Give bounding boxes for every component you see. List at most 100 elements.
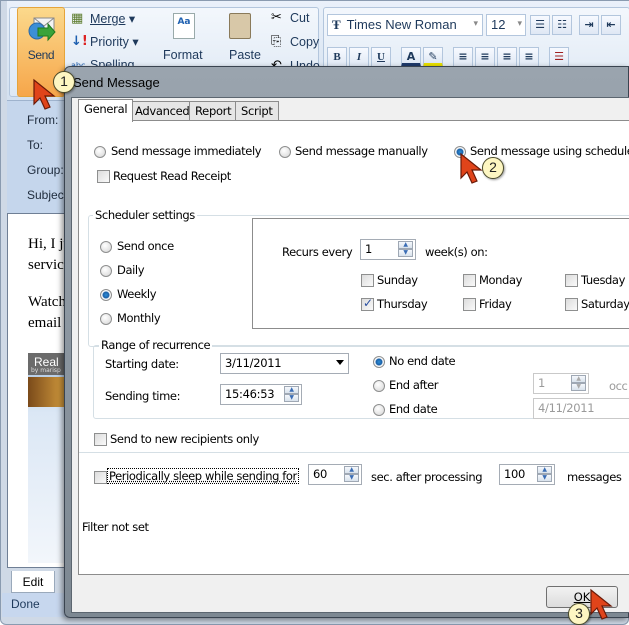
sending-time-spinner[interactable]: ▲ ▼ bbox=[284, 386, 299, 403]
dialog-client-area: General Advanced Report Script Send mess… bbox=[71, 97, 629, 613]
truetype-icon: Ŧ bbox=[332, 17, 341, 32]
friday-checkbox[interactable] bbox=[463, 298, 476, 311]
radio-end-after[interactable] bbox=[373, 380, 385, 392]
sunday-checkbox[interactable] bbox=[361, 274, 374, 287]
thumb-logo bbox=[28, 377, 68, 407]
separator bbox=[79, 452, 629, 453]
align-center-button[interactable]: ≡ bbox=[475, 47, 495, 67]
request-read-receipt-label: Request Read Receipt bbox=[113, 169, 231, 183]
spin-down-icon[interactable]: ▼ bbox=[537, 474, 552, 482]
cut-button[interactable]: Cut bbox=[290, 11, 309, 25]
tab-script[interactable]: Script bbox=[235, 101, 279, 121]
dropdown-arrow-icon[interactable] bbox=[336, 360, 344, 365]
sending-time-input[interactable]: 15:46:53 ▲ ▼ bbox=[220, 384, 302, 405]
radio-send-immediately[interactable] bbox=[94, 146, 106, 158]
callout-badge-1: 1 bbox=[53, 71, 75, 93]
bullet-list-button[interactable]: ☷ bbox=[552, 15, 572, 35]
tab-advanced[interactable]: Advanced bbox=[129, 101, 196, 121]
numbered-list-button[interactable]: ☰ bbox=[530, 15, 550, 35]
sleep-messages-input[interactable]: 100 ▲ ▼ bbox=[499, 464, 555, 485]
callout-badge-3: 3 bbox=[568, 603, 590, 625]
thumb-subtitle: by marisp bbox=[31, 367, 61, 374]
daily-label: Daily bbox=[117, 263, 145, 277]
line-spacing-button[interactable]: ☰ bbox=[549, 47, 569, 67]
tab-report[interactable]: Report bbox=[189, 101, 238, 121]
messages-label: messages bbox=[567, 470, 622, 484]
bold-button[interactable]: B bbox=[327, 47, 347, 67]
spin-down-icon[interactable]: ▼ bbox=[398, 249, 413, 257]
radio-send-once[interactable] bbox=[100, 241, 112, 253]
radio-daily[interactable] bbox=[100, 265, 112, 277]
monday-checkbox[interactable] bbox=[463, 274, 476, 287]
radio-no-end-date[interactable] bbox=[373, 356, 385, 368]
spin-up-icon[interactable]: ▲ bbox=[537, 466, 552, 474]
sending-time-label: Sending time: bbox=[105, 389, 181, 403]
justify-button[interactable]: ≡ bbox=[519, 47, 539, 67]
send-scheduler-label: Send message using scheduler bbox=[470, 144, 629, 158]
request-read-receipt-checkbox[interactable] bbox=[97, 170, 110, 183]
send-message-dialog: Send Message General Advanced Report Scr… bbox=[64, 66, 629, 618]
radio-weekly[interactable] bbox=[100, 289, 112, 301]
no-end-date-label: No end date bbox=[389, 354, 456, 368]
merge-icon: ▦ bbox=[71, 11, 84, 26]
chevron-down-icon: ▾ bbox=[473, 18, 478, 28]
from-label: From: bbox=[27, 113, 59, 127]
spin-up-icon[interactable]: ▲ bbox=[398, 241, 413, 249]
spin-down-icon[interactable]: ▼ bbox=[344, 474, 359, 482]
spin-down-icon[interactable]: ▼ bbox=[571, 383, 586, 391]
monthly-label: Monthly bbox=[117, 311, 161, 325]
highlight-button[interactable]: ✎ bbox=[423, 47, 443, 67]
sleep-seconds-input[interactable]: 60 ▲ ▼ bbox=[308, 464, 362, 485]
dialog-title: Send Message bbox=[73, 75, 160, 90]
sleep-seconds-spinner[interactable]: ▲ ▼ bbox=[344, 466, 359, 483]
starting-date-picker[interactable]: 3/11/2011 bbox=[220, 353, 349, 374]
priority-button[interactable]: Priority ▾ bbox=[90, 34, 139, 49]
spin-down-icon[interactable]: ▼ bbox=[284, 394, 299, 402]
body-text-line: servic bbox=[28, 257, 64, 273]
align-right-button[interactable]: ≡ bbox=[497, 47, 517, 67]
paste-icon bbox=[229, 13, 251, 39]
end-date-picker[interactable]: 4/11/2011 bbox=[533, 398, 629, 419]
merge-button[interactable]: Merge ▾ bbox=[90, 11, 135, 26]
body-text-line: Watch bbox=[28, 294, 66, 310]
font-size-select[interactable]: 12 ▾ bbox=[486, 14, 526, 36]
end-after-spinner[interactable]: ▲ ▼ bbox=[571, 375, 586, 392]
radio-end-date[interactable] bbox=[373, 404, 385, 416]
sleep-messages-spinner[interactable]: ▲ ▼ bbox=[537, 466, 552, 483]
thursday-label: Thursday bbox=[377, 297, 428, 311]
radio-monthly[interactable] bbox=[100, 313, 112, 325]
tuesday-label: Tuesday bbox=[581, 273, 625, 287]
spin-up-icon[interactable]: ▲ bbox=[284, 386, 299, 394]
format-button[interactable]: Format bbox=[163, 48, 203, 62]
thursday-checkbox[interactable] bbox=[361, 296, 374, 311]
monday-label: Monday bbox=[479, 273, 522, 287]
align-left-button[interactable]: ≡ bbox=[453, 47, 473, 67]
underline-button[interactable]: U bbox=[371, 47, 391, 67]
saturday-checkbox[interactable] bbox=[565, 298, 578, 311]
end-after-input[interactable]: 1 ▲ ▼ bbox=[533, 373, 589, 394]
cursor-arrow-icon bbox=[590, 588, 613, 620]
friday-label: Friday bbox=[479, 297, 512, 311]
callout-badge-2: 2 bbox=[482, 157, 504, 179]
radio-send-manually[interactable] bbox=[279, 146, 291, 158]
spin-up-icon[interactable]: ▲ bbox=[571, 375, 586, 383]
increase-indent-button[interactable]: ⇥ bbox=[579, 15, 599, 35]
tab-edit[interactable]: Edit bbox=[11, 571, 55, 593]
italic-button[interactable]: I bbox=[349, 47, 369, 67]
weekly-label: Weekly bbox=[117, 287, 157, 301]
decrease-indent-button[interactable]: ⇤ bbox=[601, 15, 621, 35]
spin-up-icon[interactable]: ▲ bbox=[344, 466, 359, 474]
recurs-every-input[interactable]: 1 ▲ ▼ bbox=[360, 239, 416, 260]
recurs-every-spinner[interactable]: ▲ ▼ bbox=[398, 241, 413, 258]
periodic-sleep-checkbox[interactable] bbox=[94, 471, 107, 484]
new-recipients-only-checkbox[interactable] bbox=[94, 433, 107, 446]
tuesday-checkbox[interactable] bbox=[565, 274, 578, 287]
font-name-select[interactable]: Ŧ Times New Roman ▾ bbox=[327, 14, 483, 36]
font-color-button[interactable]: A bbox=[401, 47, 421, 67]
sunday-label: Sunday bbox=[377, 273, 418, 287]
tab-general[interactable]: General bbox=[78, 99, 134, 122]
copy-button[interactable]: Copy bbox=[290, 35, 319, 49]
group-label: Group: bbox=[27, 163, 64, 177]
paste-button[interactable]: Paste bbox=[229, 48, 261, 62]
cut-icon: ✂ bbox=[271, 10, 282, 25]
